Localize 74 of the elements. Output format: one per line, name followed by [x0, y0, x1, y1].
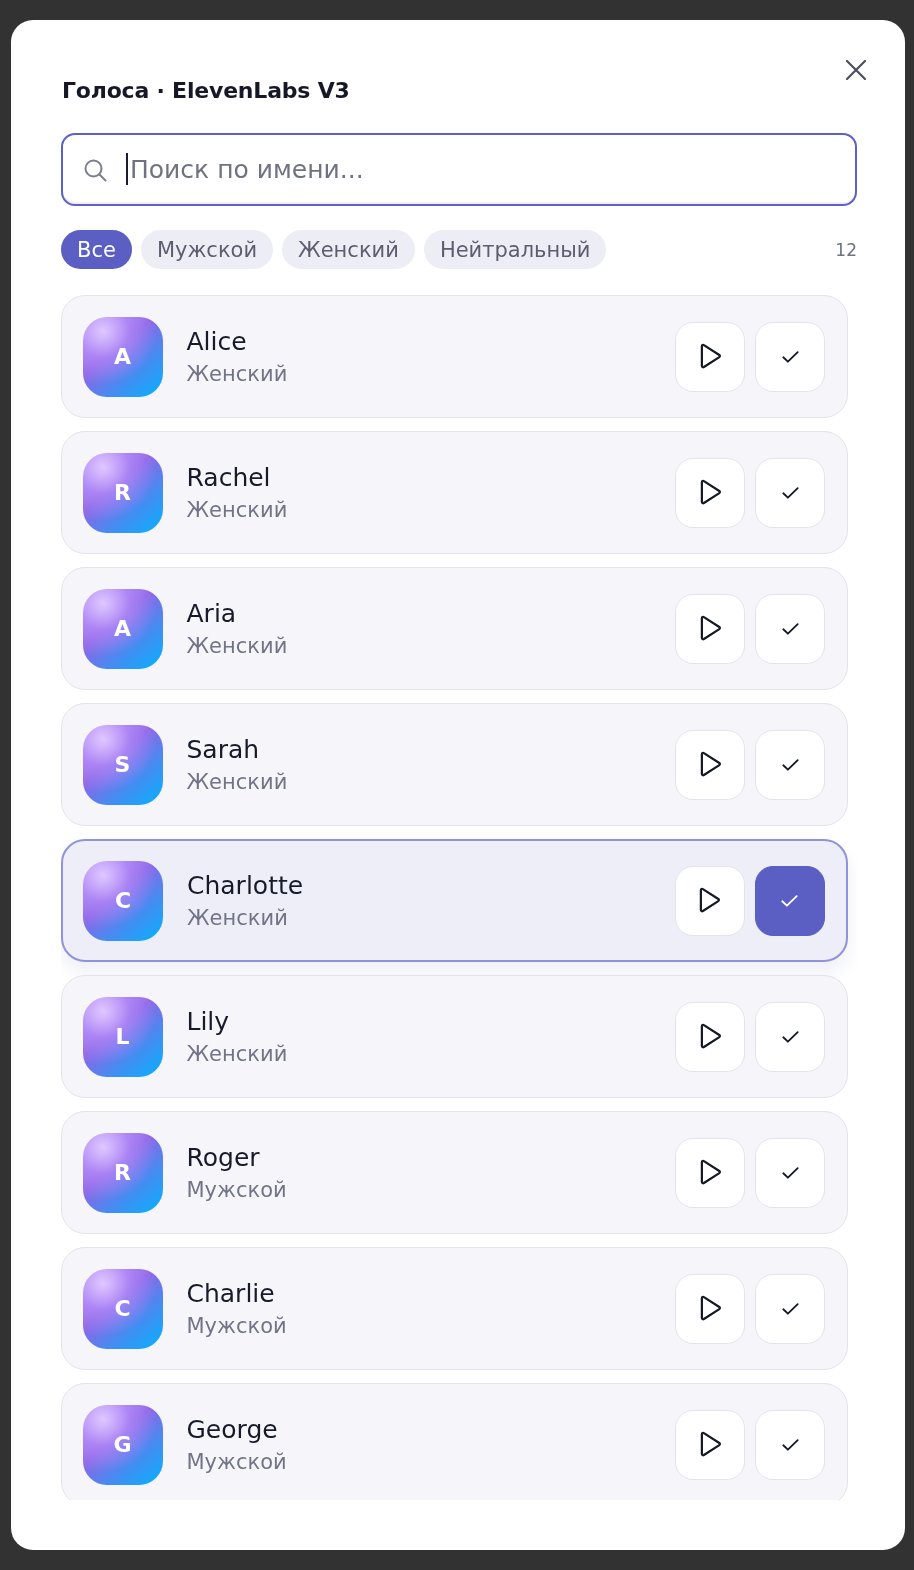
- voice-avatar: S: [82, 724, 163, 805]
- check-icon: [781, 758, 799, 771]
- play-icon: [698, 1159, 722, 1186]
- voice-name: Charlie: [186, 1278, 275, 1309]
- dialog-title: Голоса · ElevenLabs V3: [62, 77, 350, 105]
- voice-name: Lily: [186, 1006, 230, 1037]
- check-icon: [781, 1030, 799, 1043]
- voice-avatar: C: [83, 860, 163, 941]
- play-icon: [698, 1431, 722, 1458]
- voice-gender: Мужской: [186, 1176, 287, 1203]
- play-icon: [698, 343, 722, 370]
- voice-row[interactable]: G George Мужской: [61, 1383, 848, 1500]
- voice-name: Charlotte: [187, 870, 304, 901]
- voice-avatar: A: [82, 316, 163, 397]
- voice-row[interactable]: A Aria Женский: [61, 567, 848, 690]
- check-icon: [781, 350, 799, 363]
- voice-avatar: C: [82, 1268, 163, 1349]
- check-icon: [781, 1302, 799, 1315]
- voice-name: Alice: [186, 326, 247, 357]
- close-icon: [846, 60, 866, 80]
- check-icon: [781, 1438, 799, 1451]
- voice-name: Rachel: [186, 462, 271, 493]
- voice-gender: Женский: [187, 904, 288, 931]
- filter-chip[interactable]: Все: [61, 230, 132, 269]
- check-icon: [781, 1166, 799, 1179]
- filter-chip[interactable]: Нейтральный: [423, 230, 607, 269]
- play-button[interactable]: [674, 865, 745, 936]
- play-button[interactable]: [675, 1137, 745, 1208]
- play-icon: [698, 1023, 722, 1050]
- voice-gender: Женский: [186, 1040, 288, 1067]
- check-icon: [781, 622, 799, 635]
- voice-name: Aria: [186, 598, 237, 629]
- voice-gender: Женский: [186, 496, 288, 523]
- filter-chip[interactable]: Мужской: [140, 230, 274, 269]
- play-icon: [698, 751, 722, 778]
- voice-avatar: R: [82, 452, 163, 533]
- play-icon: [698, 887, 721, 914]
- play-button[interactable]: [675, 1273, 745, 1344]
- voice-row[interactable]: A Alice Женский: [61, 295, 848, 418]
- voice-row[interactable]: R Rachel Женский: [61, 431, 848, 554]
- play-button[interactable]: [675, 729, 745, 800]
- voice-row[interactable]: L Lily Женский: [61, 975, 848, 1098]
- voice-row[interactable]: S Sarah Женский: [61, 703, 848, 826]
- voice-name: Sarah: [186, 734, 260, 765]
- voice-avatar: L: [82, 996, 163, 1077]
- play-button[interactable]: [675, 321, 745, 392]
- play-button[interactable]: [675, 593, 745, 664]
- check-icon: [781, 894, 798, 907]
- check-icon: [781, 486, 799, 499]
- play-icon: [698, 479, 722, 506]
- text-cursor: [126, 153, 128, 185]
- filter-chip[interactable]: Женский: [282, 230, 415, 269]
- play-icon: [698, 1295, 722, 1322]
- voice-row[interactable]: R Roger Мужской: [61, 1111, 848, 1234]
- voice-avatar: R: [82, 1132, 163, 1213]
- voice-gender: Женский: [186, 360, 288, 387]
- voice-row[interactable]: C Charlotte Женский: [61, 839, 848, 962]
- voice-row[interactable]: C Charlie Мужской: [61, 1247, 848, 1370]
- play-button[interactable]: [675, 1409, 745, 1480]
- voice-name: George: [186, 1414, 278, 1445]
- play-button[interactable]: [675, 457, 745, 528]
- play-button[interactable]: [675, 1001, 745, 1072]
- voice-avatar: A: [82, 588, 163, 669]
- voice-gender: Женский: [186, 632, 288, 659]
- play-icon: [698, 615, 722, 642]
- voice-avatar: G: [82, 1404, 163, 1485]
- voice-count: 12: [835, 239, 857, 260]
- voice-gender: Мужской: [186, 1312, 287, 1339]
- search-field[interactable]: Поиск по имени...: [61, 133, 857, 206]
- voice-gender: Женский: [186, 768, 288, 795]
- search-icon: [83, 158, 107, 182]
- voice-gender: Мужской: [186, 1448, 287, 1475]
- select-button[interactable]: [754, 865, 825, 936]
- voice-name: Roger: [186, 1142, 260, 1173]
